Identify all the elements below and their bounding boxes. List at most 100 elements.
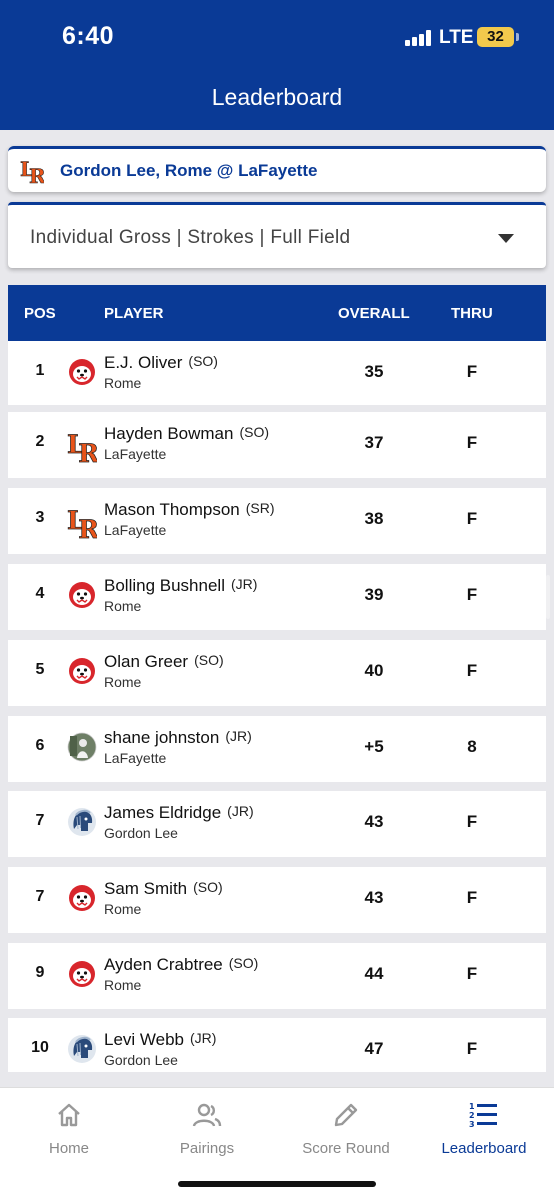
player-name[interactable]: shane johnston (104, 728, 219, 747)
pencil-icon (334, 1103, 358, 1127)
row-position: 7 (35, 888, 45, 905)
table-row[interactable]: 3 L R Mason Thompson (SR) LaFayette 38 F (8, 488, 546, 554)
rome-wolf-icon (67, 883, 97, 913)
player-team: LaFayette (104, 750, 167, 766)
table-row[interactable]: 9 Ayden Crabtree (SO) Rome 44 F (8, 943, 546, 1009)
player-overall-score: 37 (364, 433, 384, 452)
row-position: 3 (35, 509, 45, 526)
player-thru: F (466, 433, 478, 452)
player-overall-score: 40 (364, 661, 384, 680)
player-name[interactable]: Bolling Bushnell (104, 576, 225, 595)
scroll-indicator (546, 575, 550, 619)
player-name-line: E.J. Oliver (SO) (104, 353, 218, 373)
player-overall-score: 43 (364, 888, 384, 907)
player-class-year: (JR) (190, 1030, 217, 1046)
player-overall-score: 43 (364, 812, 384, 831)
tab-pairings[interactable]: Pairings (138, 1088, 276, 1168)
rome-wolf-icon (67, 656, 97, 686)
table-row[interactable]: 10 Levi Webb (JR) Gordon Lee 47 F (8, 1018, 546, 1072)
row-position: 6 (35, 737, 45, 754)
player-class-year: (SO) (228, 955, 259, 971)
tab-score-round[interactable]: Score Round (277, 1088, 415, 1168)
table-row[interactable]: 7 Sam Smith (SO) Rome 43 F (8, 867, 546, 933)
row-position: 4 (35, 585, 45, 602)
page-title: Leaderboard (211, 84, 343, 110)
player-class-year: (SO) (239, 424, 270, 440)
column-player: PLAYER (104, 305, 164, 322)
player-name-line: Sam Smith (SO) (104, 879, 223, 899)
table-row[interactable]: 2 L R Hayden Bowman (SO) LaFayette 37 F (8, 412, 546, 478)
leaderboard-filter-select[interactable]: Individual Gross | Strokes | Full Field (8, 202, 546, 268)
network-type: LTE (439, 27, 474, 48)
player-overall-score: 39 (364, 585, 384, 604)
app-header: 6:40 LTE 32 Leaderboard (0, 0, 554, 130)
player-name[interactable]: Sam Smith (104, 879, 187, 898)
player-name[interactable]: E.J. Oliver (104, 353, 182, 372)
svg-text:R: R (29, 164, 44, 186)
player-name[interactable]: Mason Thompson (104, 500, 240, 519)
lafayette-lr-icon: L R (20, 157, 44, 186)
player-overall-score: 44 (364, 964, 384, 983)
player-thru: F (466, 585, 478, 604)
player-team: LaFayette (104, 446, 167, 462)
row-position: 5 (35, 661, 45, 678)
rome-wolf-icon (67, 580, 97, 610)
player-team: Rome (104, 901, 142, 917)
player-name[interactable]: Levi Webb (104, 1030, 184, 1049)
svg-text:2: 2 (469, 1111, 475, 1120)
player-class-year: (SO) (194, 652, 224, 668)
status-bar: 6:40 LTE 32 (0, 0, 554, 72)
tab-leaderboard[interactable]: 1 2 3 Leaderboard (415, 1088, 553, 1168)
player-thru: F (466, 812, 478, 831)
row-position: 2 (35, 433, 45, 450)
player-name[interactable]: James Eldridge (104, 803, 221, 822)
player-class-year: (JR) (227, 803, 254, 819)
player-name[interactable]: Ayden Crabtree (104, 955, 223, 974)
table-row[interactable]: 1 E.J. Oliver (SO) Rome 35 F (8, 341, 546, 405)
tab-home[interactable]: Home (0, 1088, 138, 1168)
player-name-line: Hayden Bowman (SO) (104, 424, 269, 444)
player-team: Rome (104, 674, 142, 690)
player-thru: F (466, 1039, 478, 1058)
player-name-line: shane johnston (JR) (104, 728, 252, 748)
player-thru: F (466, 509, 478, 528)
svg-text:R: R (78, 515, 97, 542)
player-class-year: (SO) (193, 879, 223, 895)
player-class-year: (SR) (245, 500, 275, 516)
player-class-year: (SO) (188, 353, 218, 369)
table-row[interactable]: 6 shane johnston (JR) LaFayette +5 8 (8, 716, 546, 782)
leaderboard-list-icon: 1 2 3 (469, 1102, 497, 1129)
player-name-line: Mason Thompson (SR) (104, 500, 275, 520)
player-name-line: Ayden Crabtree (SO) (104, 955, 258, 975)
player-class-year: (JR) (225, 728, 252, 744)
player-thru: F (466, 661, 478, 680)
player-team: Gordon Lee (104, 1052, 178, 1068)
event-card[interactable]: L R Gordon Lee, Rome @ LaFayette (8, 146, 546, 192)
player-name[interactable]: Hayden Bowman (104, 424, 233, 443)
gordon-lee-trojan-icon (67, 1034, 97, 1064)
player-thru: F (466, 964, 478, 983)
column-thru: THRU (451, 305, 493, 322)
table-header: POS PLAYER OVERALL THRU (8, 285, 550, 619)
player-team: Rome (104, 598, 142, 614)
table-row[interactable]: 5 Olan Greer (SO) Rome 40 F (8, 640, 546, 706)
player-name-line: Olan Greer (SO) (104, 652, 224, 672)
table-row[interactable]: 7 James Eldridge (JR) Gordon Lee 43 F (8, 791, 546, 857)
lafayette-lr-icon: LR (67, 428, 100, 469)
column-pos: POS (24, 305, 56, 322)
player-photo-avatar (67, 732, 97, 762)
player-name-line: James Eldridge (JR) (104, 803, 254, 823)
home-icon (58, 1103, 80, 1127)
column-overall: OVERALL (338, 305, 410, 322)
lafayette-lr-icon: LR (67, 504, 100, 545)
row-position: 9 (35, 964, 45, 981)
player-overall-score: 38 (364, 509, 384, 528)
svg-text:1: 1 (469, 1102, 475, 1111)
player-name[interactable]: Olan Greer (104, 652, 188, 671)
player-overall-score: 47 (364, 1039, 384, 1058)
svg-text:R: R (78, 439, 97, 466)
people-icon (192, 1103, 222, 1127)
table-row[interactable]: 4 Bolling Bushnell (JR) Rome 39 F (8, 564, 546, 630)
signal-icon (405, 30, 435, 46)
tab-leaderboard-label: Leaderboard (441, 1140, 527, 1157)
